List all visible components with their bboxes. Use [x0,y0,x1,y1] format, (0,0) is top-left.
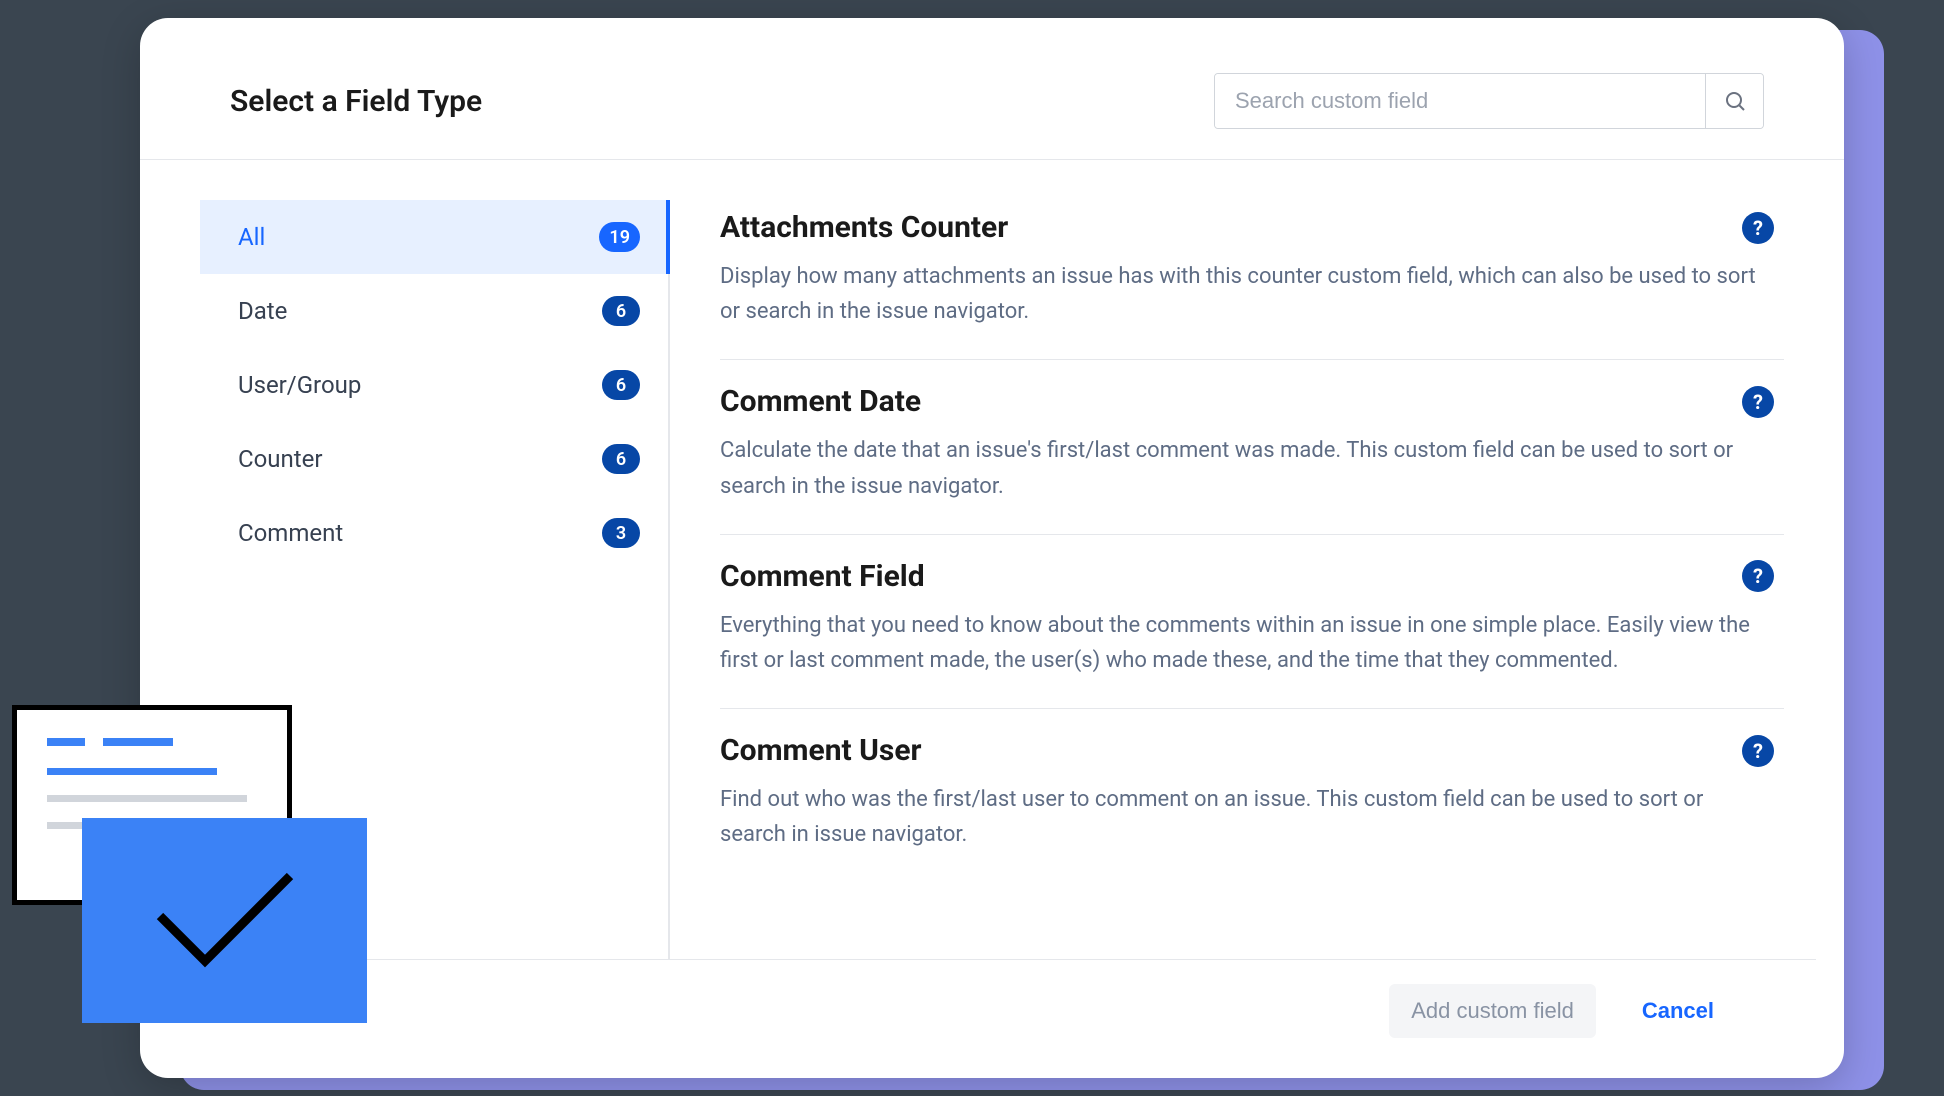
sidebar-item-count: 6 [602,370,640,400]
sidebar-item-label: User/Group [238,371,361,399]
sidebar-item-count: 3 [602,518,640,548]
field-description: Find out who was the first/last user to … [720,782,1774,852]
sidebar-item-label: Comment [238,519,343,547]
field-description: Calculate the date that an issue's first… [720,433,1774,503]
sidebar-item-label: Date [238,297,287,325]
field-description: Everything that you need to know about t… [720,608,1774,678]
field-type-modal: Select a Field Type All 19 Date 6 User/G… [140,18,1844,1078]
field-description: Display how many attachments an issue ha… [720,259,1774,329]
sidebar-item-count: 6 [602,444,640,474]
search-field-wrap [1214,73,1764,129]
field-header: Comment Date ? [720,384,1774,419]
sidebar-item-user-group[interactable]: User/Group 6 [200,348,668,422]
sidebar-item-counter[interactable]: Counter 6 [200,422,668,496]
search-button[interactable] [1705,74,1763,128]
modal-footer: Add custom field Cancel [168,959,1816,1078]
field-header: Comment Field ? [720,559,1774,594]
field-list: Attachments Counter ? Display how many a… [670,200,1784,959]
add-custom-field-button[interactable]: Add custom field [1389,984,1596,1038]
field-header: Comment User ? [720,733,1774,768]
field-item-comment-date[interactable]: Comment Date ? Calculate the date that a… [720,360,1784,534]
search-input[interactable] [1215,74,1705,128]
sidebar-item-count: 19 [599,222,640,252]
sidebar-item-all[interactable]: All 19 [200,200,668,274]
help-icon[interactable]: ? [1742,560,1774,592]
field-item-comment-field[interactable]: Comment Field ? Everything that you need… [720,535,1784,709]
help-icon[interactable]: ? [1742,212,1774,244]
field-item-comment-user[interactable]: Comment User ? Find out who was the firs… [720,709,1784,882]
sidebar-item-label: Counter [238,445,323,473]
field-title: Comment Field [720,559,925,594]
modal-title: Select a Field Type [230,84,482,119]
sidebar-item-count: 6 [602,296,640,326]
field-title: Comment User [720,733,922,768]
search-icon [1723,89,1747,113]
sidebar-item-label: All [238,223,265,251]
sidebar-item-comment[interactable]: Comment 3 [200,496,668,570]
modal-body: All 19 Date 6 User/Group 6 Counter 6 Com… [140,160,1844,959]
help-icon[interactable]: ? [1742,735,1774,767]
help-icon[interactable]: ? [1742,386,1774,418]
checkmark-illustration-icon [82,818,367,1023]
field-header: Attachments Counter ? [720,210,1774,245]
modal-header: Select a Field Type [140,18,1844,160]
field-title: Comment Date [720,384,921,419]
field-item-attachments-counter[interactable]: Attachments Counter ? Display how many a… [720,200,1784,360]
sidebar-item-date[interactable]: Date 6 [200,274,668,348]
field-title: Attachments Counter [720,210,1008,245]
cancel-button[interactable]: Cancel [1620,984,1736,1038]
